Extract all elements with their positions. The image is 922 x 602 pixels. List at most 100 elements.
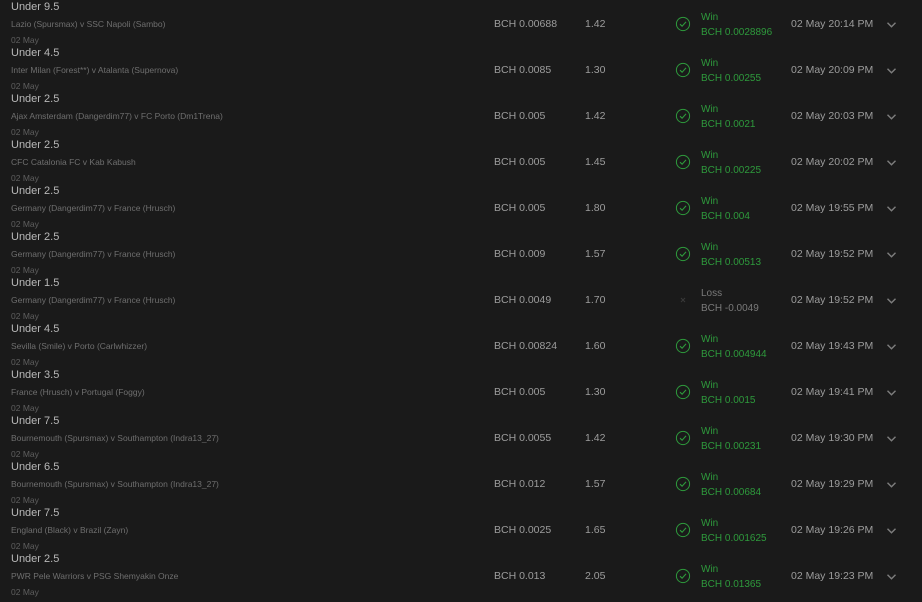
market-label: Under 2.5	[11, 93, 60, 105]
chevron-down-icon[interactable]	[886, 481, 897, 489]
settled-time: 02 May 19:41 PM	[791, 386, 874, 398]
payout-amount: BCH 0.00255	[701, 73, 762, 84]
result-label: Win	[701, 518, 719, 529]
result-label: Loss	[701, 288, 723, 299]
result-label: Win	[701, 242, 719, 253]
bet-row: Under 6.5 Bournemouth (Spursmax) v South…	[0, 453, 922, 505]
odds-value: 1.65	[585, 524, 606, 536]
stake-amount: BCH 0.005	[494, 156, 546, 168]
result-label: Win	[701, 334, 719, 345]
chevron-down-icon[interactable]	[886, 527, 897, 535]
payout-amount: BCH 0.0021	[701, 119, 756, 130]
chevron-down-icon[interactable]	[886, 21, 897, 29]
event-name: France (Hrusch) v Portugal (Foggy)	[11, 387, 145, 397]
result-label: Win	[701, 380, 719, 391]
result-label: Win	[701, 58, 719, 69]
payout-amount: BCH 0.0028896	[701, 27, 773, 38]
payout-amount: BCH 0.01365	[701, 579, 762, 590]
event-name: Lazio (Spursmax) v SSC Napoli (Sambo)	[11, 19, 166, 29]
check-circle-icon	[675, 430, 691, 446]
bet-row: Under 9.5 Lazio (Spursmax) v SSC Napoli …	[0, 0, 922, 45]
result-label: Win	[701, 426, 719, 437]
settled-time: 02 May 19:52 PM	[791, 248, 874, 260]
bet-date: 02 May	[11, 587, 39, 597]
stake-amount: BCH 0.0049	[494, 294, 552, 306]
bet-row: Under 2.5 PWR Pele Warriors v PSG Shemya…	[0, 545, 922, 597]
bet-row: Under 2.5 Ajax Amsterdam (Dangerdim77) v…	[0, 85, 922, 137]
settled-time: 02 May 20:09 PM	[791, 64, 874, 76]
result-label: Win	[701, 12, 719, 23]
event-name: CFC Catalonia FC v Kab Kabush	[11, 157, 136, 167]
market-label: Under 2.5	[11, 185, 60, 197]
bet-row: Under 2.5 CFC Catalonia FC v Kab Kabush …	[0, 131, 922, 183]
market-label: Under 9.5	[11, 1, 60, 13]
event-name: Inter Milan (Forest**) v Atalanta (Super…	[11, 65, 179, 75]
chevron-down-icon[interactable]	[886, 113, 897, 121]
check-circle-icon	[675, 154, 691, 170]
event-name: Germany (Dangerdim77) v France (Hrusch)	[11, 249, 176, 259]
settled-time: 02 May 20:02 PM	[791, 156, 874, 168]
bet-row: Under 3.5 France (Hrusch) v Portugal (Fo…	[0, 361, 922, 413]
bet-row: Under 2.5 Germany (Dangerdim77) v France…	[0, 223, 922, 275]
stake-amount: BCH 0.005	[494, 110, 546, 122]
result-label: Win	[701, 150, 719, 161]
check-circle-icon	[675, 62, 691, 78]
stake-amount: BCH 0.00824	[494, 340, 558, 352]
settled-time: 02 May 19:26 PM	[791, 524, 874, 536]
settled-time: 02 May 19:30 PM	[791, 432, 874, 444]
settled-time: 02 May 19:23 PM	[791, 570, 874, 582]
chevron-down-icon[interactable]	[886, 205, 897, 213]
odds-value: 1.42	[585, 18, 606, 30]
odds-value: 1.80	[585, 202, 606, 214]
odds-value: 2.05	[585, 570, 606, 582]
odds-value: 1.42	[585, 432, 606, 444]
bet-row: Under 1.5 Germany (Dangerdim77) v France…	[0, 269, 922, 321]
odds-value: 1.42	[585, 110, 606, 122]
chevron-down-icon[interactable]	[886, 251, 897, 259]
bet-history-list: Under 9.5 Lazio (Spursmax) v SSC Napoli …	[0, 0, 922, 597]
stake-amount: BCH 0.013	[494, 570, 546, 582]
bet-row: Under 4.5 Sevilla (Smile) v Porto (Carlw…	[0, 315, 922, 367]
chevron-down-icon[interactable]	[886, 67, 897, 75]
payout-amount: BCH 0.00231	[701, 441, 762, 452]
event-name: Germany (Dangerdim77) v France (Hrusch)	[11, 295, 176, 305]
stake-amount: BCH 0.009	[494, 248, 546, 260]
chevron-down-icon[interactable]	[886, 297, 897, 305]
stake-amount: BCH 0.012	[494, 478, 546, 490]
result-label: Win	[701, 104, 719, 115]
event-name: Sevilla (Smile) v Porto (Carlwhizzer)	[11, 341, 148, 351]
check-circle-icon	[675, 200, 691, 216]
payout-amount: BCH 0.004944	[701, 349, 767, 360]
chevron-down-icon[interactable]	[886, 159, 897, 167]
chevron-down-icon[interactable]	[886, 573, 897, 581]
market-label: Under 4.5	[11, 47, 60, 59]
check-circle-icon	[675, 522, 691, 538]
check-circle-icon	[675, 384, 691, 400]
bet-row: Under 7.5 England (Black) v Brazil (Zayn…	[0, 499, 922, 551]
bet-row: Under 2.5 Germany (Dangerdim77) v France…	[0, 177, 922, 229]
result-label: Win	[701, 196, 719, 207]
payout-amount: BCH 0.00225	[701, 165, 762, 176]
odds-value: 1.30	[585, 386, 606, 398]
event-name: Germany (Dangerdim77) v France (Hrusch)	[11, 203, 176, 213]
event-name: Ajax Amsterdam (Dangerdim77) v FC Porto …	[11, 111, 223, 121]
event-name: PWR Pele Warriors v PSG Shemyakin Onze	[11, 571, 179, 581]
chevron-down-icon[interactable]	[886, 389, 897, 397]
check-circle-icon	[675, 568, 691, 584]
stake-amount: BCH 0.0085	[494, 64, 552, 76]
market-label: Under 3.5	[11, 369, 60, 381]
odds-value: 1.30	[585, 64, 606, 76]
market-label: Under 2.5	[11, 553, 60, 565]
odds-value: 1.70	[585, 294, 606, 306]
chevron-down-icon[interactable]	[886, 435, 897, 443]
result-label: Win	[701, 472, 719, 483]
check-circle-icon	[675, 476, 691, 492]
settled-time: 02 May 19:55 PM	[791, 202, 874, 214]
check-circle-icon	[675, 246, 691, 262]
chevron-down-icon[interactable]	[886, 343, 897, 351]
check-circle-icon	[675, 338, 691, 354]
result-label: Win	[701, 564, 719, 575]
odds-value: 1.45	[585, 156, 606, 168]
stake-amount: BCH 0.005	[494, 202, 546, 214]
market-label: Under 2.5	[11, 231, 60, 243]
